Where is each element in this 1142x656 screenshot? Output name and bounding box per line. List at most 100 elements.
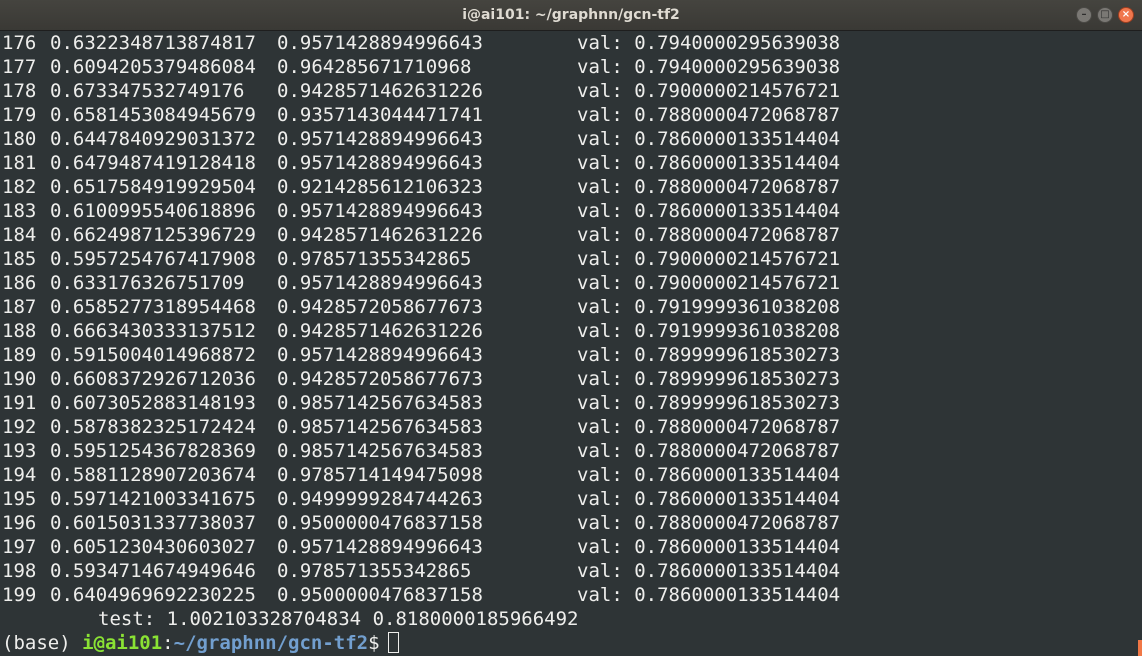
close-button[interactable]: ×	[1118, 7, 1134, 23]
val-accuracy: 0.7900000214576721	[634, 272, 841, 294]
test-result-line: test: 1.002103328704834 0.81800001859664…	[2, 607, 840, 631]
val-label: val:	[577, 104, 623, 126]
terminal-window: i@ai101: ~/graphnn/gcn-tf2 – □ × 176 0.63…	[0, 0, 1142, 656]
terminal-output[interactable]: 176 0.6322348713874817 0.9571428894996643 v…	[0, 31, 1142, 656]
train-loss: 0.5934714674949646	[50, 560, 256, 582]
train-loss: 0.6322348713874817	[50, 32, 256, 54]
val-accuracy: 0.7860000133514404	[634, 536, 841, 558]
epoch-number: 186	[2, 272, 37, 294]
train-accuracy: 0.964285671710968	[277, 56, 472, 78]
maximize-button[interactable]: □	[1097, 7, 1113, 23]
train-loss: 0.6404969692230225	[50, 584, 256, 606]
log-line: 185 0.5957254767417908 0.978571355342865 va…	[2, 247, 840, 271]
val-label: val:	[577, 272, 623, 294]
val-label: val:	[577, 560, 623, 582]
train-loss: 0.6517584919929504	[50, 176, 256, 198]
title-bar[interactable]: i@ai101: ~/graphnn/gcn-tf2 – □ ×	[0, 0, 1142, 31]
val-accuracy: 0.7860000133514404	[634, 464, 841, 486]
val-label: val:	[577, 464, 623, 486]
epoch-number: 193	[2, 440, 37, 462]
log-line: 198 0.5934714674949646 0.978571355342865 va…	[2, 559, 840, 583]
log-line: 178 0.673347532749176 0.9428571462631226 va…	[2, 79, 840, 103]
train-accuracy: 0.9857142567634583	[277, 440, 483, 462]
val-accuracy: 0.7940000295639038	[634, 32, 841, 54]
log-line: 180 0.6447840929031372 0.9571428894996643 v…	[2, 127, 840, 151]
scrollbar[interactable]	[1138, 31, 1142, 656]
val-accuracy: 0.7919999361038208	[634, 296, 841, 318]
log-line: 187 0.6585277318954468 0.9428572058677673 v…	[2, 295, 840, 319]
log-line: 193 0.5951254367828369 0.9857142567634583 v…	[2, 439, 840, 463]
val-accuracy: 0.7860000133514404	[634, 152, 841, 174]
test-loss: 1.002103328704834	[166, 608, 362, 630]
log-line: 190 0.6608372926712036 0.9428572058677673 v…	[2, 367, 840, 391]
val-label: val:	[577, 200, 623, 222]
text-cursor[interactable]	[387, 632, 399, 653]
train-loss: 0.5971421003341675	[50, 488, 256, 510]
val-accuracy: 0.7860000133514404	[634, 488, 841, 510]
epoch-number: 183	[2, 200, 37, 222]
val-label: val:	[577, 224, 623, 246]
log-line: 189 0.5915004014968872 0.9571428894996643 v…	[2, 343, 840, 367]
train-accuracy: 0.9571428894996643	[277, 344, 483, 366]
train-accuracy: 0.978571355342865	[277, 248, 472, 270]
val-accuracy: 0.7860000133514404	[634, 128, 841, 150]
train-loss: 0.6585277318954468	[50, 296, 256, 318]
train-accuracy: 0.9857142567634583	[277, 392, 483, 414]
epoch-number: 187	[2, 296, 37, 318]
prompt-line[interactable]: (base) i@ai101:~/graphnn/gcn-tf2$	[2, 631, 840, 655]
val-accuracy: 0.7900000214576721	[634, 80, 841, 102]
epoch-number: 179	[2, 104, 37, 126]
train-accuracy: 0.9428572058677673	[277, 368, 483, 390]
val-label: val:	[577, 536, 623, 558]
train-accuracy: 0.9571428894996643	[277, 152, 483, 174]
val-accuracy: 0.7900000214576721	[634, 248, 841, 270]
epoch-number: 195	[2, 488, 37, 510]
conda-env: (base)	[2, 632, 71, 654]
train-loss: 0.6479487419128418	[50, 152, 256, 174]
train-accuracy: 0.9571428894996643	[277, 128, 483, 150]
val-accuracy: 0.7880000472068787	[634, 104, 841, 126]
val-accuracy: 0.7880000472068787	[634, 224, 841, 246]
val-label: val:	[577, 440, 623, 462]
val-label: val:	[577, 128, 623, 150]
log-line: 179 0.6581453084945679 0.9357143044471741 v…	[2, 103, 840, 127]
train-accuracy: 0.9571428894996643	[277, 536, 483, 558]
train-loss: 0.5878382325172424	[50, 416, 256, 438]
log-line: 196 0.6015031337738037 0.9500000476837158 v…	[2, 511, 840, 535]
val-label: val:	[577, 248, 623, 270]
train-loss: 0.5957254767417908	[50, 248, 256, 270]
scrollbar-thumb[interactable]	[1138, 640, 1142, 656]
train-loss: 0.6624987125396729	[50, 224, 256, 246]
window-title: i@ai101: ~/graphnn/gcn-tf2	[462, 7, 680, 23]
val-label: val:	[577, 512, 623, 534]
train-accuracy: 0.9500000476837158	[277, 584, 483, 606]
val-label: val:	[577, 368, 623, 390]
minimize-button[interactable]: –	[1076, 7, 1092, 23]
epoch-number: 180	[2, 128, 37, 150]
log-line: 182 0.6517584919929504 0.9214285612106323 v…	[2, 175, 840, 199]
val-label: val:	[577, 152, 623, 174]
prompt-user: i@ai101	[82, 632, 163, 654]
train-accuracy: 0.9214285612106323	[277, 176, 483, 198]
epoch-number: 177	[2, 56, 37, 78]
val-label: val:	[577, 344, 623, 366]
val-accuracy: 0.7880000472068787	[634, 176, 841, 198]
train-loss: 0.6015031337738037	[50, 512, 256, 534]
log-line: 181 0.6479487419128418 0.9571428894996643 v…	[2, 151, 840, 175]
train-accuracy: 0.9571428894996643	[277, 200, 483, 222]
log-line: 191 0.6073052883148193 0.9857142567634583 v…	[2, 391, 840, 415]
log-line: 195 0.5971421003341675 0.9499999284744263 v…	[2, 487, 840, 511]
val-label: val:	[577, 584, 623, 606]
log-line: 184 0.6624987125396729 0.9428571462631226 v…	[2, 223, 840, 247]
val-accuracy: 0.7880000472068787	[634, 416, 841, 438]
prompt-symbol: $	[368, 632, 380, 654]
val-label: val:	[577, 80, 623, 102]
log-line: 192 0.5878382325172424 0.9857142567634583 v…	[2, 415, 840, 439]
train-loss: 0.5881128907203674	[50, 464, 256, 486]
val-label: val:	[577, 488, 623, 510]
train-accuracy: 0.9357143044471741	[277, 104, 483, 126]
epoch-number: 198	[2, 560, 37, 582]
val-accuracy: 0.7860000133514404	[634, 560, 841, 582]
train-accuracy: 0.9500000476837158	[277, 512, 483, 534]
epoch-number: 197	[2, 536, 37, 558]
